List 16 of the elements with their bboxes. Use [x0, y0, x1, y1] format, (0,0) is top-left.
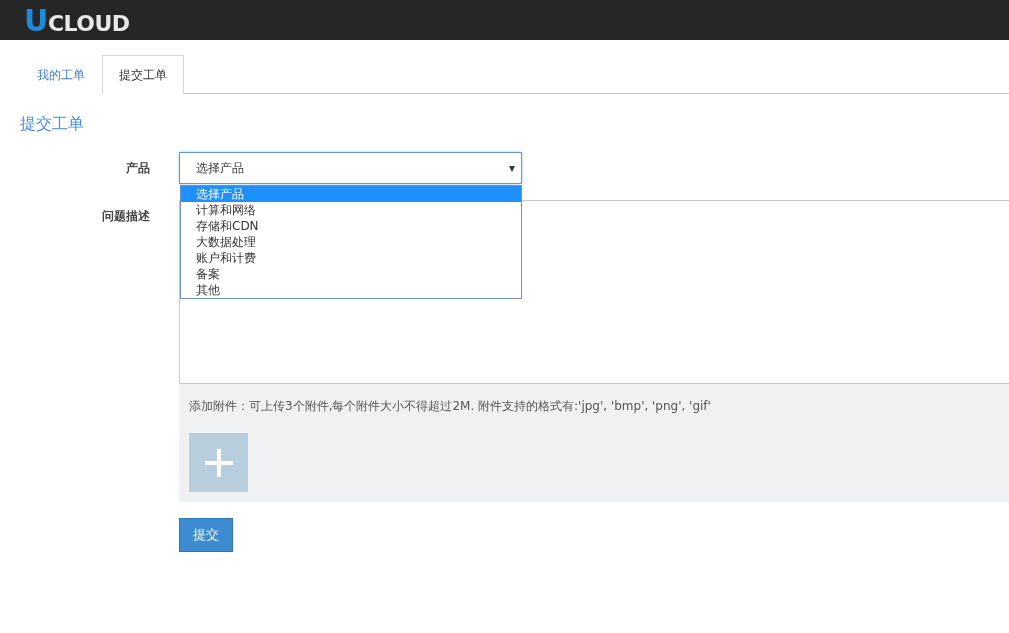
- dropdown-option[interactable]: 计算和网络: [181, 202, 521, 218]
- submit-button[interactable]: 提交: [179, 518, 233, 552]
- product-select[interactable]: 选择产品 ▾: [179, 152, 522, 184]
- plus-icon: [203, 447, 234, 478]
- dropdown-option[interactable]: 账户和计费: [181, 250, 521, 266]
- page-heading: 提交工单: [20, 114, 85, 135]
- field-label: 问题描述: [101, 208, 150, 225]
- attachment-hint: 添加附件：可上传3个附件,每个附件大小不得超过2M. 附件支持的格式有:'jpg', 'bmp', 'png', 'gif': [189, 398, 712, 415]
- dropdown-option[interactable]: 其他: [181, 282, 521, 298]
- field-label: 产品: [125, 160, 150, 177]
- add-attachment-button[interactable]: [189, 433, 248, 492]
- dropdown-option[interactable]: 大数据处理: [181, 234, 521, 250]
- dropdown-option[interactable]: 备案: [181, 266, 521, 282]
- tab[interactable]: 提交工单: [102, 55, 184, 94]
- logo: UCLOUD: [24, 2, 130, 38]
- dropdown-option[interactable]: 存储和CDN: [181, 218, 521, 234]
